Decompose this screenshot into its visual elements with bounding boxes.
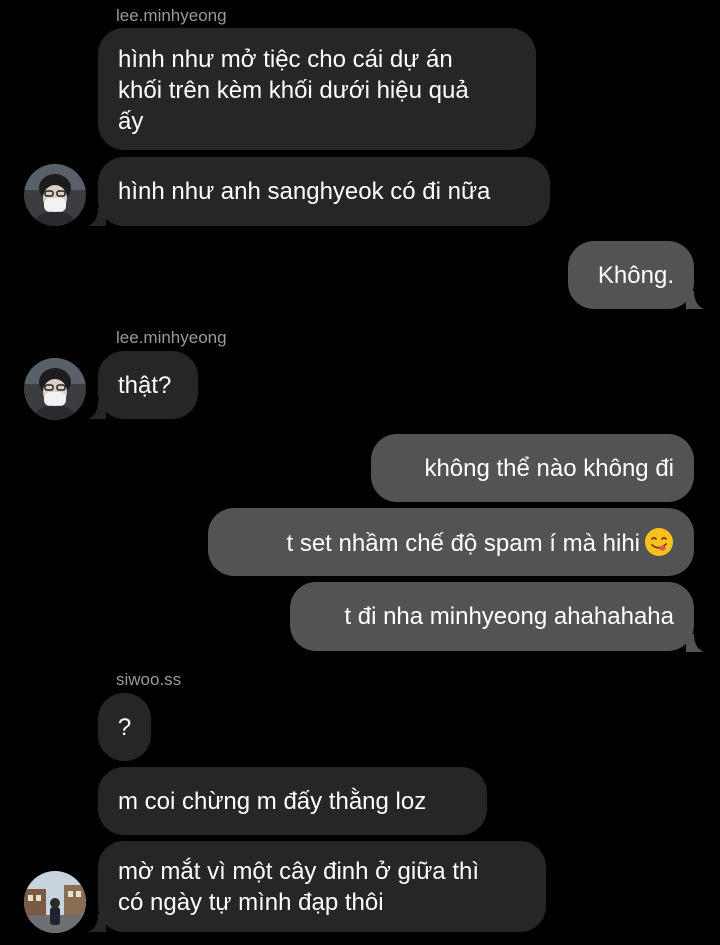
avatar-photo-icon — [24, 358, 86, 420]
avatar-lee-minhyeong[interactable] — [24, 164, 86, 226]
incoming-message-bubble[interactable]: hình như mở tiệc cho cái dự án khối trên… — [98, 28, 536, 150]
outgoing-message-bubble[interactable]: không thể nào không đi — [371, 434, 694, 502]
incoming-message-bubble[interactable]: m coi chừng m đấy thằng loz — [98, 767, 487, 835]
message-line: có ngày tự mình đạp thôi — [118, 889, 384, 916]
outgoing-message-bubble[interactable]: Không. — [568, 241, 694, 309]
avatar-siwoo-ss[interactable] — [24, 871, 86, 933]
avatar-photo-icon — [24, 164, 86, 226]
outgoing-message-bubble[interactable]: t set nhầm chế độ spam í mà hihi — [208, 508, 694, 576]
bubble-tail — [686, 291, 704, 309]
bubble-tail — [686, 634, 704, 652]
bubble-tail — [88, 208, 106, 226]
message-text: không thể nào không đi — [424, 455, 674, 482]
message-text: hình như anh sanghyeok có đi nữa — [118, 178, 491, 205]
message-text: t set nhầm chế độ spam í mà hihi — [286, 530, 640, 557]
incoming-message-bubble[interactable]: ? — [98, 693, 151, 761]
incoming-message-bubble[interactable]: thật? — [98, 351, 198, 419]
yum-face-emoji — [644, 527, 674, 557]
bubble-tail — [88, 401, 106, 419]
message-line: ấy — [118, 108, 144, 135]
sender-name-lee-minhyeong: lee.minhyeong — [116, 328, 227, 347]
message-text: Không. — [597, 262, 674, 289]
avatar-photo-icon — [24, 871, 86, 933]
message-text: ? — [117, 714, 132, 741]
bubble-tail — [88, 914, 106, 932]
message-text: thật? — [118, 372, 172, 399]
message-text: t đi nha minhyeong ahahahaha — [344, 603, 674, 630]
sender-name-lee-minhyeong: lee.minhyeong — [116, 6, 227, 25]
message-line: hình như mở tiệc cho cái dự án — [118, 46, 453, 73]
message-text: m coi chừng m đấy thằng loz — [118, 788, 427, 815]
incoming-message-bubble[interactable]: hình như anh sanghyeok có đi nữa — [98, 157, 550, 226]
message-line: mờ mắt vì một cây đinh ở giữa thì — [118, 858, 479, 885]
outgoing-message-bubble[interactable]: t đi nha minhyeong ahahahaha — [290, 582, 694, 651]
incoming-message-bubble[interactable]: mờ mắt vì một cây đinh ở giữa thì có ngà… — [98, 841, 546, 932]
message-line: khối trên kèm khối dưới hiệu quả — [118, 77, 469, 104]
sender-name-siwoo-ss: siwoo.ss — [116, 670, 182, 689]
avatar-lee-minhyeong[interactable] — [24, 358, 86, 420]
